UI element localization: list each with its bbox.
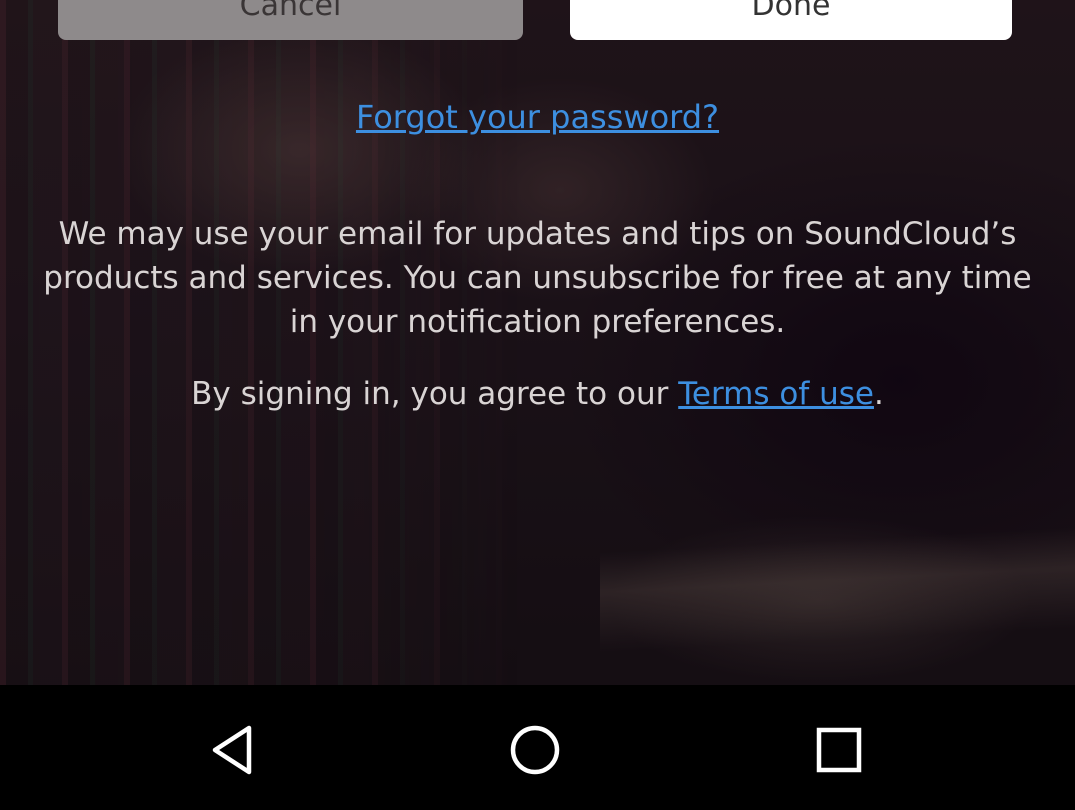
cancel-button[interactable]: Cancel bbox=[58, 0, 523, 40]
cancel-button-label: Cancel bbox=[239, 0, 342, 23]
done-button-label: Done bbox=[751, 0, 831, 23]
terms-prefix: By signing in, you agree to our bbox=[191, 376, 679, 412]
email-usage-notice: We may use your email for updates and ti… bbox=[43, 216, 1032, 340]
back-button[interactable] bbox=[188, 705, 278, 795]
done-button[interactable]: Done bbox=[570, 0, 1012, 40]
system-navigation-bar bbox=[0, 685, 1075, 810]
home-circle-icon bbox=[510, 725, 560, 775]
forgot-password-link[interactable]: Forgot your password? bbox=[356, 98, 719, 136]
back-triangle-icon bbox=[212, 725, 252, 775]
recents-square-icon bbox=[816, 727, 862, 773]
recents-button[interactable] bbox=[794, 705, 884, 795]
home-button[interactable] bbox=[490, 705, 580, 795]
terms-notice: By signing in, you agree to our Terms of… bbox=[0, 376, 1075, 412]
forgot-password-link-row: Forgot your password? bbox=[0, 98, 1075, 136]
login-screen: Cancel Done Forgot your password? We may… bbox=[0, 0, 1075, 810]
terms-of-use-link[interactable]: Terms of use bbox=[678, 376, 874, 412]
terms-suffix: . bbox=[873, 376, 884, 412]
